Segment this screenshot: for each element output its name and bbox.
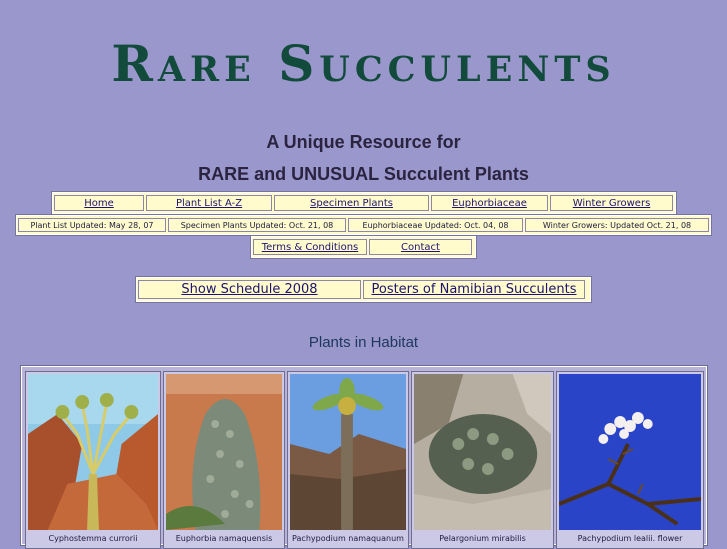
tagline-line-2: RARE and UNUSUAL Succulent Plants (198, 164, 529, 184)
feature-links: Show Schedule 2008 Posters of Namibian S… (135, 276, 592, 303)
plant-caption: Pelargonium mirabilis (439, 534, 526, 543)
specimen-plants-update-status: Specimen Plants Updated: Oct. 21, 08 (168, 218, 346, 232)
nav-specimen-plants-link[interactable]: Specimen Plants (274, 195, 429, 211)
plant-caption: Cyphostemma currorii (48, 534, 138, 543)
main-navigation: Home Plant List A-Z Specimen Plants Euph… (51, 191, 677, 215)
plant-caption: Pachypodium namaquanum (292, 534, 404, 543)
nav-plant-list-link[interactable]: Plant List A-Z (146, 195, 272, 211)
euphorbiaceae-update-status: Euphorbiaceae Updated: Oct. 04, 08 (348, 218, 523, 232)
nav-home-link[interactable]: Home (54, 195, 144, 211)
gallery-tile[interactable]: Pachypodium lealii. flower (556, 371, 704, 549)
show-schedule-link[interactable]: Show Schedule 2008 (138, 280, 361, 299)
plant-photo-euphorbia[interactable] (166, 374, 282, 530)
update-status-bar: Plant List Updated: May 28, 07 Specimen … (15, 214, 712, 236)
tagline-line-1: A Unique Resource for (266, 132, 461, 152)
plant-caption: Pachypodium lealii. flower (577, 534, 683, 543)
gallery-title: Plants in Habitat (308, 334, 419, 351)
gallery-tile[interactable]: Pelargonium mirabilis (411, 371, 554, 549)
site-logo: Rare Succulents (111, 34, 616, 93)
plant-photo-cyphostemma[interactable] (28, 374, 158, 530)
secondary-navigation: Terms & Conditions Contact (250, 235, 477, 259)
plant-photo-pachypodium-flower[interactable] (559, 374, 701, 530)
contact-link[interactable]: Contact (369, 239, 472, 255)
gallery-tile[interactable]: Cyphostemma currorii (25, 371, 161, 549)
gallery-tile[interactable]: Euphorbia namaquensis (163, 371, 285, 549)
nav-winter-growers-link[interactable]: Winter Growers (550, 195, 673, 211)
plant-gallery: Cyphostemma currorii Euphorbia namaquens… (20, 365, 708, 549)
winter-growers-update-status: Winter Growers: Updated Oct. 21, 08 (525, 218, 709, 232)
nav-euphorbiaceae-link[interactable]: Euphorbiaceae (431, 195, 548, 211)
plant-photo-pelargonium[interactable] (414, 374, 551, 530)
plant-caption: Euphorbia namaquensis (175, 534, 273, 543)
plant-photo-pachypodium[interactable] (290, 374, 406, 530)
plant-list-update-status: Plant List Updated: May 28, 07 (18, 218, 166, 232)
posters-namibian-succulents-link[interactable]: Posters of Namibian Succulents (363, 280, 585, 299)
gallery-tile[interactable]: Pachypodium namaquanum (287, 371, 409, 549)
terms-conditions-link[interactable]: Terms & Conditions (253, 239, 367, 255)
